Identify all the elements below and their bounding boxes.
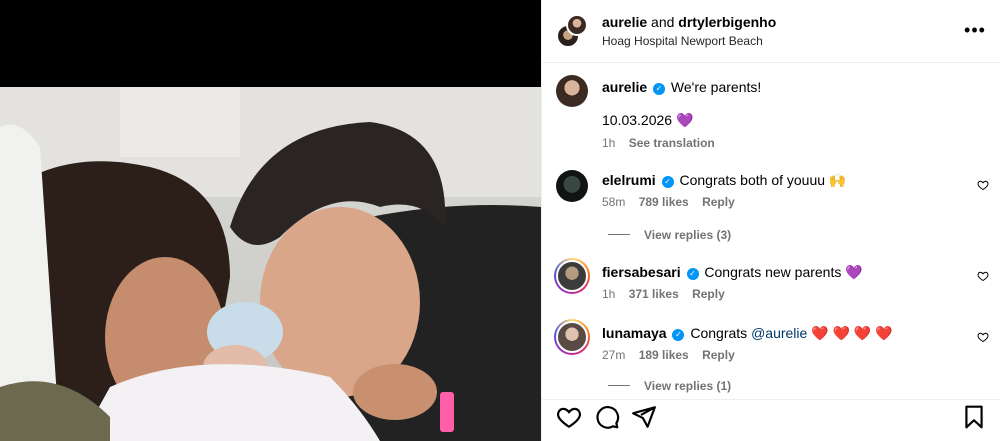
replies-divider xyxy=(608,234,630,235)
comment-time: 58m xyxy=(602,195,626,209)
caption-body: We're parents! xyxy=(670,79,762,95)
comment-body: Congrats xyxy=(690,325,748,341)
comment-likes[interactable]: 189 likes xyxy=(639,348,689,362)
verified-badge-icon: ✓ xyxy=(653,83,666,95)
post-header: aurelie and drtylerbigenho Hoag Hospital… xyxy=(542,0,1000,63)
comment-likes[interactable]: 371 likes xyxy=(629,287,679,301)
post-actions-bar xyxy=(542,399,1000,441)
comment-time: 1h xyxy=(602,287,616,301)
collab-avatars[interactable] xyxy=(556,14,590,48)
raising-hands-emoji: 🙌 xyxy=(828,172,847,188)
view-replies-button[interactable]: View replies (1) xyxy=(608,379,731,393)
comment-time: 27m xyxy=(602,348,626,362)
comment-text: fiersabesari ✓ Congrats new parents 💜 xyxy=(602,263,863,281)
instagram-post-modal: aurelie and drtylerbigenho Hoag Hospital… xyxy=(0,0,1000,441)
comment-username[interactable]: lunamaya xyxy=(602,325,667,341)
caption-date: 10.03.2026 xyxy=(602,112,673,128)
caption-time: 1h xyxy=(602,136,616,150)
comment-text: lunamaya ✓ Congrats @aurelie ❤️ ❤️ ❤️ ❤️ xyxy=(602,324,893,342)
photo-illustration xyxy=(0,87,541,441)
heart-icon[interactable] xyxy=(977,270,989,282)
coauthor-username[interactable]: drtylerbigenho xyxy=(678,14,776,30)
bookmark-icon[interactable] xyxy=(961,404,987,430)
authors-joiner: and xyxy=(651,14,675,30)
purple-heart-emoji: 💜 xyxy=(845,264,863,280)
avatar[interactable] xyxy=(554,319,590,355)
caption-text: aurelie ✓ We're parents! xyxy=(602,78,761,96)
comment-meta: 1h 371 likes Reply xyxy=(602,287,735,301)
view-replies-label: View replies (1) xyxy=(644,379,732,393)
comment-meta: 58m 789 likes Reply xyxy=(602,195,745,209)
post-photo[interactable] xyxy=(0,0,541,441)
comment-meta: 27m 189 likes Reply xyxy=(602,348,745,362)
mention-link[interactable]: @aurelie xyxy=(751,325,807,341)
comment-username[interactable]: fiersabesari xyxy=(602,264,681,280)
post-panel: aurelie and drtylerbigenho Hoag Hospital… xyxy=(541,0,1000,441)
more-options-button[interactable]: ••• xyxy=(963,18,987,42)
comment-icon[interactable] xyxy=(594,404,620,430)
heart-icon[interactable] xyxy=(977,331,989,343)
location-link[interactable]: Hoag Hospital Newport Beach xyxy=(602,34,763,48)
comment-body: Congrats new parents xyxy=(704,264,842,280)
comment-likes[interactable]: 789 likes xyxy=(639,195,689,209)
story-ring-avatar xyxy=(556,321,588,353)
caption-username[interactable]: aurelie xyxy=(602,79,647,95)
avatar[interactable] xyxy=(556,75,588,107)
reply-button[interactable]: Reply xyxy=(692,287,725,301)
comment-text: elelrumi ✓ Congrats both of youuu 🙌 xyxy=(602,171,846,189)
caption-date-line: 10.03.2026 💜 xyxy=(602,111,693,129)
comment-body: Congrats both of youuu xyxy=(679,172,826,188)
view-replies-button[interactable]: View replies (3) xyxy=(608,228,731,242)
post-authors: aurelie and drtylerbigenho xyxy=(602,14,776,30)
verified-badge-icon: ✓ xyxy=(661,176,674,188)
reply-button[interactable]: Reply xyxy=(702,195,735,209)
avatar[interactable] xyxy=(554,258,590,294)
purple-heart-emoji: 💜 xyxy=(675,112,694,128)
caption-meta: 1h See translation xyxy=(602,136,725,150)
author-username[interactable]: aurelie xyxy=(602,14,647,30)
story-ring-avatar xyxy=(556,260,588,292)
photo-image xyxy=(0,87,541,441)
reply-button[interactable]: Reply xyxy=(702,348,735,362)
heart-icon[interactable] xyxy=(977,179,989,191)
avatar[interactable] xyxy=(556,170,588,202)
comments-list[interactable]: aurelie ✓ We're parents! 10.03.2026 💜 1h… xyxy=(542,63,1000,399)
comment-username[interactable]: elelrumi xyxy=(602,172,656,188)
paper-plane-icon[interactable] xyxy=(631,404,657,430)
verified-badge-icon: ✓ xyxy=(686,268,699,280)
red-hearts-emoji: ❤️ ❤️ ❤️ ❤️ xyxy=(811,325,893,341)
see-translation-link[interactable]: See translation xyxy=(629,136,715,150)
avatar[interactable] xyxy=(566,14,588,36)
heart-icon[interactable] xyxy=(556,404,582,430)
replies-divider xyxy=(608,385,630,386)
verified-badge-icon: ✓ xyxy=(672,329,685,341)
view-replies-label: View replies (3) xyxy=(644,228,732,242)
